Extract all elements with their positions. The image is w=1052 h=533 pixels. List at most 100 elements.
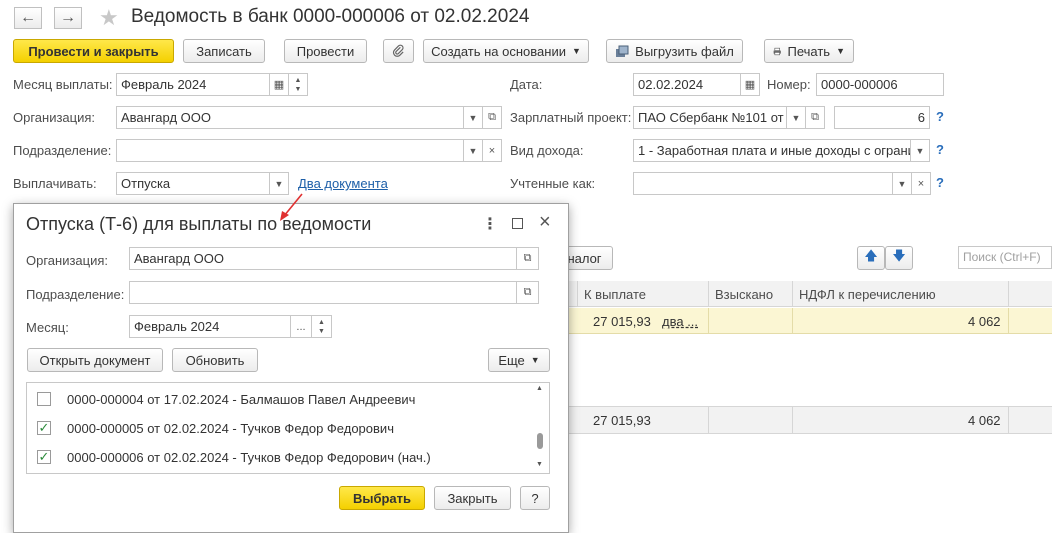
date-calendar-button[interactable]: ▦ [740,73,760,96]
help-icon[interactable]: ? [936,175,944,190]
more-button[interactable]: Еще ▼ [488,348,550,372]
org-dropdown-button[interactable]: ▼ [463,106,483,129]
income-dropdown-button[interactable]: ▼ [910,139,930,162]
number-label: Номер: [767,77,811,92]
totals-row: 27 015,93 4 062 [568,406,1052,434]
project-open-button[interactable]: ⧉ [805,106,825,129]
forward-button[interactable]: → [54,7,82,29]
scroll-down-icon[interactable]: ▼ [536,461,543,468]
column-header-to-pay[interactable]: К выплате [584,287,646,302]
number-field[interactable]: 0000-000006 [816,73,944,96]
favorite-star-icon[interactable]: ★ [99,5,119,31]
maximize-icon[interactable] [512,218,523,229]
column-divider [792,308,793,334]
save-button[interactable]: Записать [183,39,265,63]
printer-icon [773,47,781,55]
accounted-dropdown-button[interactable]: ▼ [892,172,912,195]
help-icon[interactable]: ? [936,142,944,157]
select-button[interactable]: Выбрать [339,486,425,510]
list-item[interactable]: ✓ 0000-000005 от 02.02.2024 - Тучков Фед… [37,414,547,442]
attach-button[interactable] [383,39,414,63]
spin-up-icon: ▲ [294,76,302,84]
scrollbar[interactable]: ▲ ▼ [533,385,547,471]
clear-icon: × [488,144,496,157]
tax-label: налог [567,250,602,266]
accounted-as-field[interactable] [633,172,893,195]
list-item-text: 0000-000005 от 02.02.2024 - Тучков Федор… [67,420,394,436]
org-open-button[interactable]: ⧉ [482,106,502,129]
open-document-label: Открыть документ [39,352,151,368]
dept-clear-button[interactable]: × [482,139,502,162]
pay-label: Выплачивать: [13,176,97,191]
dialog-month-spinner[interactable]: ▲ ▼ [311,315,332,338]
project-dropdown-button[interactable]: ▼ [786,106,806,129]
post-and-close-button[interactable]: Провести и закрыть [13,39,174,63]
income-type-field[interactable]: 1 - Заработная плата и иные доходы с огр… [633,139,911,162]
scrollbar-thumb[interactable] [537,433,543,449]
dialog-org-open-button[interactable]: ⧉ [516,247,539,270]
post-label: Провести [296,43,355,59]
docs-cell-link[interactable]: два ... [662,314,698,329]
print-label: Печать [787,43,831,59]
dialog-org-field[interactable]: Авангард ООО [129,247,517,270]
pay-field[interactable]: Отпуска [116,172,270,195]
refresh-button[interactable]: Обновить [172,348,258,372]
post-button[interactable]: Провести [284,39,367,63]
column-header-recovered[interactable]: Взыскано [715,287,773,302]
documents-list: 0000-000004 от 17.02.2024 - Балмашов Пав… [26,382,550,474]
column-divider [708,281,709,306]
create-based-on-button[interactable]: Создать на основании ▼ [423,39,589,63]
calendar-icon: ▦ [744,79,756,91]
back-button[interactable]: ← [14,7,42,29]
chevron-down-icon: ▼ [571,46,581,56]
search-input[interactable]: Поиск (Ctrl+F) [958,246,1052,269]
checkbox[interactable] [37,392,51,406]
ellipsis-icon: ... [296,320,306,333]
clear-icon: × [917,177,925,190]
move-up-button[interactable]: 🡅 [857,246,885,270]
scroll-up-icon[interactable]: ▲ [536,385,543,392]
salary-project-field[interactable]: ПАО Сбербанк №101 от [633,106,787,129]
dialog-help-button[interactable]: ? [520,486,550,510]
month-field[interactable]: Февраль 2024 [116,73,270,96]
two-documents-link[interactable]: Два документа [298,176,388,191]
dept-dropdown-button[interactable]: ▼ [463,139,483,162]
move-down-button[interactable]: 🡇 [885,246,913,270]
month-spinner[interactable]: ▲ ▼ [288,73,308,96]
more-actions-icon[interactable]: ⋮ [482,214,498,234]
accounted-clear-button[interactable]: × [911,172,931,195]
spin-down-icon: ▼ [294,85,302,93]
chevron-down-icon: ▼ [530,355,540,365]
calendar-button[interactable]: ▦ [269,73,289,96]
dialog-dept-field[interactable] [129,281,517,304]
date-field[interactable]: 02.02.2024 [633,73,741,96]
project-count-field[interactable]: 6 [834,106,930,129]
column-header-ndfl[interactable]: НДФЛ к перечислению [799,287,936,302]
org-field[interactable]: Авангард ООО [116,106,464,129]
list-item[interactable]: ✓ 0000-000006 от 02.02.2024 - Тучков Фед… [37,443,547,471]
more-label: Еще [498,352,525,368]
close-icon[interactable]: × [539,211,551,234]
paperclip-icon [392,44,404,57]
dept-label: Подразделение: [13,143,112,158]
column-divider [568,281,578,306]
arrow-right-icon: → [60,9,76,26]
list-item[interactable]: 0000-000004 от 17.02.2024 - Балмашов Пав… [37,385,547,413]
dialog-org-label: Организация: [26,253,109,268]
checkbox-checked[interactable]: ✓ [37,449,51,464]
print-button[interactable]: Печать ▼ [764,39,854,63]
dept-field[interactable] [116,139,464,162]
dialog-month-select-button[interactable]: ... [290,315,312,338]
export-file-button[interactable]: Выгрузить файл [606,39,743,63]
select-documents-dialog: Отпуска (Т-6) для выплаты по ведомости ⋮… [13,203,569,533]
help-icon[interactable]: ? [936,109,944,124]
table-row[interactable]: 27 015,93 два ... 4 062 [568,308,1052,334]
chevron-down-icon: ▼ [897,178,907,189]
dialog-dept-open-button[interactable]: ⧉ [516,281,539,304]
dialog-month-label: Месяц: [26,320,69,335]
open-document-button[interactable]: Открыть документ [27,348,163,372]
dialog-month-field[interactable]: Февраль 2024 [129,315,291,338]
close-button[interactable]: Закрыть [434,486,511,510]
column-divider [708,308,709,334]
checkbox-checked[interactable]: ✓ [37,420,51,435]
